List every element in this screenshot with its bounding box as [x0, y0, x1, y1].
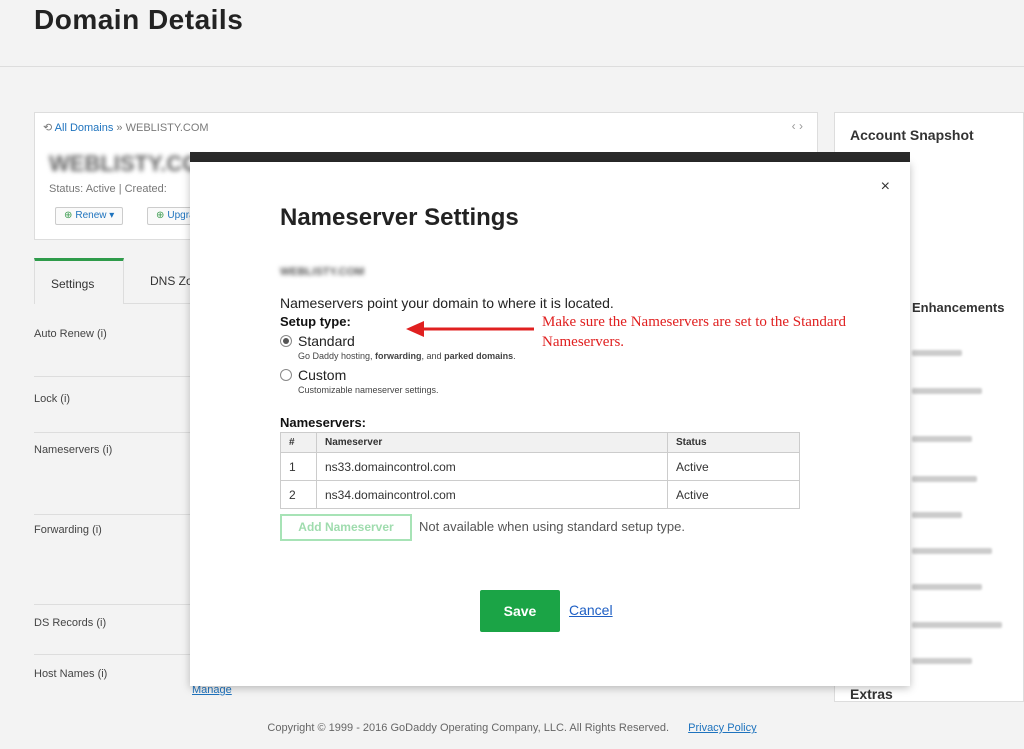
row-divider [34, 654, 194, 655]
sidebar-placeholder-line [912, 622, 1002, 628]
renew-icon: ⊕ [64, 210, 73, 221]
sidebar-placeholder-line [912, 548, 992, 554]
radio-standard-label: Standard [298, 333, 355, 349]
modal-title: Nameserver Settings [280, 204, 519, 231]
extras-title: Extras [850, 686, 893, 702]
intro-text: Nameservers point your domain to where i… [280, 295, 614, 311]
renew-button[interactable]: ⊕ Renew ▾ [55, 207, 124, 225]
close-icon[interactable]: × [881, 178, 890, 196]
setting-host-names: Host Names (i) [34, 668, 108, 680]
column-header-number: # [280, 432, 317, 453]
sidebar-placeholder-line [912, 388, 982, 394]
nameserver-settings-modal: × Nameserver Settings WEBLISTY.COM Names… [190, 162, 910, 686]
annotation-text: Make sure the Nameservers are set to the… [542, 314, 847, 350]
modal-top-bar [190, 152, 910, 162]
save-button[interactable]: Save [480, 590, 560, 632]
breadcrumb: ⟲ All Domains » WEBLISTY.COM [43, 121, 209, 134]
cancel-link[interactable]: Cancel [569, 602, 613, 618]
nameservers-label: Nameservers: [280, 415, 367, 430]
breadcrumb-separator: » [116, 122, 123, 134]
setting-lock: Lock (i) [34, 393, 71, 405]
setup-type-label: Setup type: [280, 314, 351, 329]
setting-ds-records: DS Records (i) [34, 617, 107, 629]
radio-custom[interactable]: Custom [280, 367, 346, 383]
setting-forwarding: Forwarding (i) [34, 524, 102, 536]
sidebar-placeholder-line [912, 436, 972, 442]
column-header-nameserver: Nameserver [316, 432, 668, 453]
table-row: 1 ns33.domaincontrol.com Active [280, 452, 800, 481]
radio-standard[interactable]: Standard [280, 333, 355, 349]
breadcrumb-current: WEBLISTY.COM [125, 122, 209, 134]
row-divider [34, 432, 194, 433]
table-row: 2 ns34.domaincontrol.com Active [280, 480, 800, 509]
row-number: 1 [280, 452, 317, 481]
column-header-status: Status [667, 432, 800, 453]
nameserver-value: ns34.domaincontrol.com [316, 480, 668, 509]
row-divider [34, 514, 194, 515]
modal-domain-name: WEBLISTY.COM [280, 266, 365, 278]
setting-auto-renew: Auto Renew (i) [34, 328, 107, 340]
row-divider [34, 604, 194, 605]
radio-standard-description: Go Daddy hosting, forwarding, and parked… [298, 351, 516, 361]
nameserver-status: Active [667, 480, 800, 509]
upgrade-icon: ⊕ [156, 210, 165, 221]
nameserver-status: Active [667, 452, 800, 481]
privacy-policy-link[interactable]: Privacy Policy [688, 722, 756, 734]
radio-custom-label: Custom [298, 367, 347, 383]
tab-settings[interactable]: Settings [34, 258, 124, 304]
copyright-text: Copyright © 1999 - 2016 GoDaddy Operatin… [267, 722, 670, 734]
add-nameserver-note: Not available when using standard setup … [419, 519, 685, 534]
domain-status: Status: Active | Created: [49, 183, 167, 195]
breadcrumb-all-domains[interactable]: All Domains [55, 122, 114, 134]
breadcrumb-icon: ⟲ [43, 122, 55, 134]
nameserver-value: ns33.domaincontrol.com [316, 452, 668, 481]
sidebar-placeholder-line [912, 476, 977, 482]
radio-custom-description: Customizable nameserver settings. [298, 385, 439, 395]
sidebar-placeholder-line [912, 350, 962, 356]
header-divider [0, 66, 1024, 67]
enhancements-title: Enhancements [912, 300, 1005, 315]
row-divider [34, 376, 194, 377]
radio-custom-input[interactable] [280, 369, 292, 381]
table-header-row: # Nameserver Status [280, 432, 800, 453]
nameservers-table: # Nameserver Status 1 ns33.domaincontrol… [280, 432, 800, 509]
setting-nameservers: Nameservers (i) [34, 444, 113, 456]
row-number: 2 [280, 480, 317, 509]
annotation-arrow-icon [406, 321, 534, 337]
footer: Copyright © 1999 - 2016 GoDaddy Operatin… [0, 722, 1024, 734]
page-title: Domain Details [34, 4, 244, 35]
add-nameserver-button[interactable]: Add Nameserver [280, 514, 412, 541]
account-snapshot-title: Account Snapshot [850, 127, 974, 143]
sidebar-placeholder-line [912, 512, 962, 518]
prev-next-arrows[interactable]: ‹ › [792, 119, 803, 133]
radio-standard-input[interactable] [280, 335, 292, 347]
sidebar-placeholder-line [912, 658, 972, 664]
sidebar-placeholder-line [912, 584, 982, 590]
